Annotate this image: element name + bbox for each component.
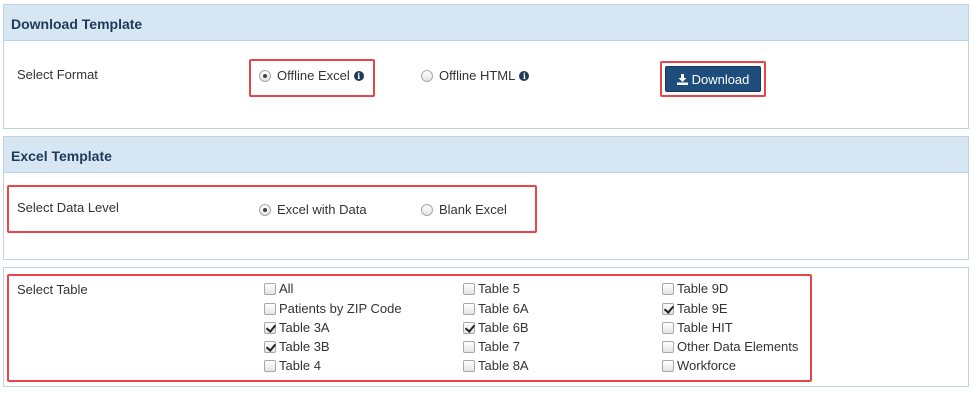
checkbox-patients-by-zip[interactable]: Patients by ZIP Code — [264, 301, 402, 316]
download-template-header: Download Template — [4, 5, 968, 41]
checkbox-table-9d[interactable]: Table 9D — [662, 281, 728, 296]
info-icon[interactable]: i — [519, 70, 530, 81]
checkbox-label: Patients by ZIP Code — [279, 301, 402, 316]
offline-html-radio[interactable]: Offline HTML i — [421, 68, 530, 83]
checkbox-label: Table 3B — [279, 339, 330, 354]
checkbox-box[interactable] — [662, 340, 674, 353]
checkbox-box[interactable] — [662, 359, 674, 372]
checkbox-box[interactable] — [264, 302, 276, 315]
checkbox-label: Table 6B — [478, 320, 529, 335]
excel-with-data-radio-dot[interactable] — [259, 203, 271, 216]
checkbox-table-6b[interactable]: Table 6B — [463, 320, 529, 335]
checkbox-table-7[interactable]: Table 7 — [463, 339, 520, 354]
offline-html-radio-dot[interactable] — [421, 69, 433, 82]
checkbox-all[interactable]: All — [264, 281, 293, 296]
checkbox-label: Table 6A — [478, 301, 529, 316]
checkbox-label: Table HIT — [677, 320, 733, 335]
excel-template-header: Excel Template — [4, 137, 968, 173]
checkbox-box[interactable] — [463, 282, 475, 295]
checkbox-label: Table 5 — [478, 281, 520, 296]
download-icon — [676, 73, 688, 85]
checkbox-table-8a[interactable]: Table 8A — [463, 358, 529, 373]
checkbox-box[interactable] — [463, 321, 475, 334]
checkbox-table-3a[interactable]: Table 3A — [264, 320, 330, 335]
download-button-label: Download — [691, 71, 750, 87]
checkbox-label: Table 4 — [279, 358, 321, 373]
excel-with-data-radio[interactable]: Excel with Data — [259, 202, 367, 217]
checkbox-label: Table 3A — [279, 320, 330, 335]
offline-excel-label: Offline Excel — [277, 68, 350, 83]
checkbox-label: Table 8A — [478, 358, 529, 373]
blank-excel-radio[interactable]: Blank Excel — [421, 202, 507, 217]
checkbox-box[interactable] — [463, 359, 475, 372]
excel-with-data-label: Excel with Data — [277, 202, 367, 217]
checkbox-box[interactable] — [264, 321, 276, 334]
excel-template-panel: Excel Template — [3, 136, 969, 260]
select-data-level-label: Select Data Level — [17, 200, 119, 215]
offline-html-label: Offline HTML — [439, 68, 516, 83]
checkbox-table-4[interactable]: Table 4 — [264, 358, 321, 373]
checkbox-workforce[interactable]: Workforce — [662, 358, 736, 373]
select-table-label: Select Table — [17, 282, 88, 297]
checkbox-box[interactable] — [264, 340, 276, 353]
checkbox-table-9e[interactable]: Table 9E — [662, 301, 728, 316]
checkbox-label: Table 9D — [677, 281, 729, 296]
offline-excel-radio-dot[interactable] — [259, 69, 271, 82]
download-button[interactable]: Download — [665, 66, 761, 92]
select-format-label: Select Format — [17, 67, 98, 82]
checkbox-box[interactable] — [662, 282, 674, 295]
checkbox-label: Table 9E — [677, 301, 728, 316]
download-template-panel: Download Template — [3, 4, 969, 129]
checkbox-table-3b[interactable]: Table 3B — [264, 339, 330, 354]
checkbox-table-5[interactable]: Table 5 — [463, 281, 520, 296]
checkbox-other-data-elements[interactable]: Other Data Elements — [662, 339, 798, 354]
checkbox-box[interactable] — [463, 302, 475, 315]
checkbox-label: All — [279, 281, 294, 296]
info-icon[interactable]: i — [353, 70, 364, 81]
checkbox-box[interactable] — [662, 302, 674, 315]
checkbox-box[interactable] — [662, 321, 674, 334]
checkbox-table-hit[interactable]: Table HIT — [662, 320, 733, 335]
blank-excel-label: Blank Excel — [439, 202, 507, 217]
checkbox-label: Other Data Elements — [677, 339, 799, 354]
blank-excel-radio-dot[interactable] — [421, 203, 433, 216]
checkbox-box[interactable] — [463, 340, 475, 353]
offline-excel-radio[interactable]: Offline Excel i — [259, 68, 364, 83]
checkbox-box[interactable] — [264, 282, 276, 295]
checkbox-table-6a[interactable]: Table 6A — [463, 301, 529, 316]
checkbox-box[interactable] — [264, 359, 276, 372]
checkbox-label: Workforce — [677, 358, 736, 373]
checkbox-label: Table 7 — [478, 339, 520, 354]
